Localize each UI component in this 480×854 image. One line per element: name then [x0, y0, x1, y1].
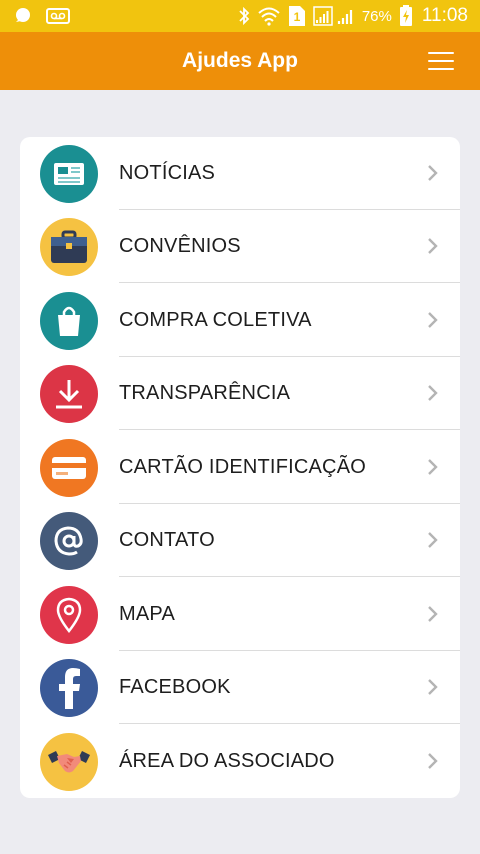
menu-item-compra-coletiva[interactable]: COMPRA COLETIVA: [20, 284, 460, 357]
voicemail-icon: [46, 8, 70, 24]
briefcase-icon: [40, 217, 98, 276]
sim-icon: 1: [288, 5, 306, 27]
divider: [119, 429, 460, 430]
download-icon: [40, 364, 98, 423]
hamburger-menu-icon[interactable]: [428, 52, 454, 70]
menu-item-label: FACEBOOK: [119, 676, 231, 698]
card-icon: [40, 438, 98, 497]
chevron-right-icon: [428, 459, 438, 475]
menu-item-area-do-associado[interactable]: ÁREA DO ASSOCIADO: [20, 725, 460, 798]
menu-item-label: NOTÍCIAS: [119, 162, 216, 184]
menu-item-label: CARTÃO IDENTIFICAÇÃO: [119, 456, 366, 478]
notification-icon: [12, 6, 32, 26]
battery-percent: 76%: [361, 7, 392, 25]
menu-item-transparencia[interactable]: TRANSPARÊNCIA: [20, 357, 460, 430]
chevron-right-icon: [428, 606, 438, 622]
divider: [119, 282, 460, 283]
chevron-right-icon: [428, 532, 438, 548]
app-title: Ajudes App: [182, 49, 298, 72]
sim-badge: 1: [293, 10, 300, 24]
bluetooth-icon: [238, 6, 250, 26]
handshake-icon: [40, 732, 98, 791]
menu-item-label: CONVÊNIOS: [119, 235, 241, 257]
clock: 11:08: [421, 5, 468, 26]
signal-icon: [313, 6, 355, 26]
battery-charging-icon: [399, 5, 413, 27]
newspaper-icon: [40, 144, 98, 203]
divider: [119, 723, 460, 724]
menu-item-label: CONTATO: [119, 529, 215, 551]
chevron-right-icon: [428, 165, 438, 181]
chevron-right-icon: [428, 385, 438, 401]
menu-item-contato[interactable]: CONTATO: [20, 504, 460, 577]
menu-item-label: ÁREA DO ASSOCIADO: [119, 750, 335, 772]
app-bar: Ajudes App: [0, 32, 480, 90]
map-pin-icon: [40, 585, 98, 644]
wifi-icon: [257, 6, 281, 26]
at-sign-icon: [40, 511, 98, 570]
status-bar: 1 76% 11:08: [0, 0, 480, 32]
menu-item-label: COMPRA COLETIVA: [119, 309, 312, 331]
facebook-icon: [40, 658, 98, 717]
menu-card: NOTÍCIAS CONVÊNIOS COMPRA COLETIVA TRANS…: [20, 137, 460, 798]
menu-item-mapa[interactable]: MAPA: [20, 578, 460, 651]
shopping-bag-icon: [40, 291, 98, 350]
menu-item-convenios[interactable]: CONVÊNIOS: [20, 210, 460, 283]
menu-item-facebook[interactable]: FACEBOOK: [20, 651, 460, 724]
menu-item-label: TRANSPARÊNCIA: [119, 382, 291, 404]
chevron-right-icon: [428, 753, 438, 769]
menu-item-label: MAPA: [119, 603, 175, 625]
chevron-right-icon: [428, 679, 438, 695]
menu-item-cartao-identificacao[interactable]: CARTÃO IDENTIFICAÇÃO: [20, 431, 460, 504]
chevron-right-icon: [428, 238, 438, 254]
divider: [119, 576, 460, 577]
chevron-right-icon: [428, 312, 438, 328]
menu-item-noticias[interactable]: NOTÍCIAS: [20, 137, 460, 210]
